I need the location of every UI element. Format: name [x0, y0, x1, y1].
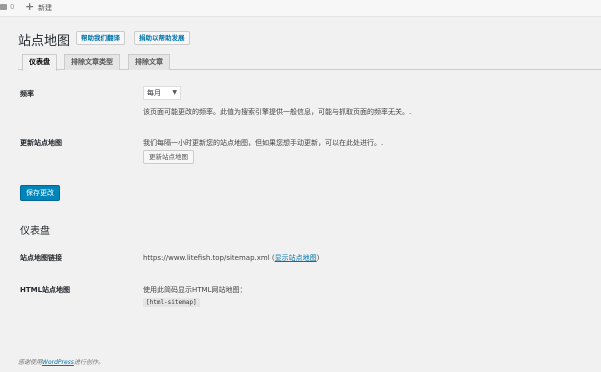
- sitemap-link-label: 站点地图链接: [20, 254, 62, 262]
- frequency-label: 频率: [20, 90, 34, 98]
- show-sitemap-link[interactable]: 显示站点地图: [275, 254, 317, 262]
- frequency-description: 该页面可能更改的频率。此值为搜索引擎提供一般信息，可能与抓取页面的频率无关。.: [143, 108, 412, 116]
- help-translate-button[interactable]: 帮助我们翻译: [76, 31, 125, 45]
- update-sitemap-label: 更新站点地图: [20, 139, 62, 147]
- chevron-down-icon: ▼: [172, 89, 177, 96]
- html-sitemap-label: HTML站点地图: [20, 286, 71, 294]
- footer-suffix: 进行创作。: [73, 359, 104, 366]
- tab-bar: 仪表盘 排除文章类型 排除文章: [18, 54, 601, 71]
- tab-exclude-post-types[interactable]: 排除文章类型: [64, 54, 120, 70]
- admin-bar: 0 + 新建: [0, 0, 601, 17]
- dashboard-section-title: 仪表盘: [20, 226, 50, 237]
- comment-icon[interactable]: [0, 4, 7, 10]
- html-sitemap-description: 使用此简码显示HTML网站地图：: [143, 286, 247, 294]
- update-sitemap-button[interactable]: 更新站点地图: [143, 150, 194, 164]
- donate-button[interactable]: 捐助以帮助发展: [134, 31, 190, 45]
- update-sitemap-description: 我们每隔一小时更新您的站点地图，但如果您想手动更新，可以在此处进行。.: [143, 139, 384, 147]
- footer-credit: 感谢使用WordPress进行创作。: [18, 357, 104, 366]
- sitemap-url: https://www.litefish.top/sitemap.xml: [143, 254, 270, 262]
- tab-exclude-posts[interactable]: 排除文章: [128, 54, 170, 70]
- footer-prefix: 感谢使用: [18, 359, 43, 366]
- comment-count[interactable]: 0: [10, 3, 14, 11]
- frequency-value: 每月: [147, 89, 161, 97]
- footer-wordpress-link[interactable]: WordPress: [42, 359, 74, 366]
- sitemap-link-row: https://www.litefish.top/sitemap.xml (显示…: [143, 253, 319, 263]
- save-changes-button[interactable]: 保存更改: [20, 185, 60, 201]
- shortcode: [html-sitemap]: [143, 298, 200, 307]
- page-title: 站点地图: [18, 34, 71, 49]
- show-sitemap-suffix: ): [316, 254, 320, 262]
- plus-icon[interactable]: +: [25, 1, 34, 13]
- tab-dashboard[interactable]: 仪表盘: [22, 54, 57, 71]
- new-content-link[interactable]: 新建: [38, 3, 52, 13]
- frequency-select[interactable]: 每月 ▼: [143, 86, 181, 100]
